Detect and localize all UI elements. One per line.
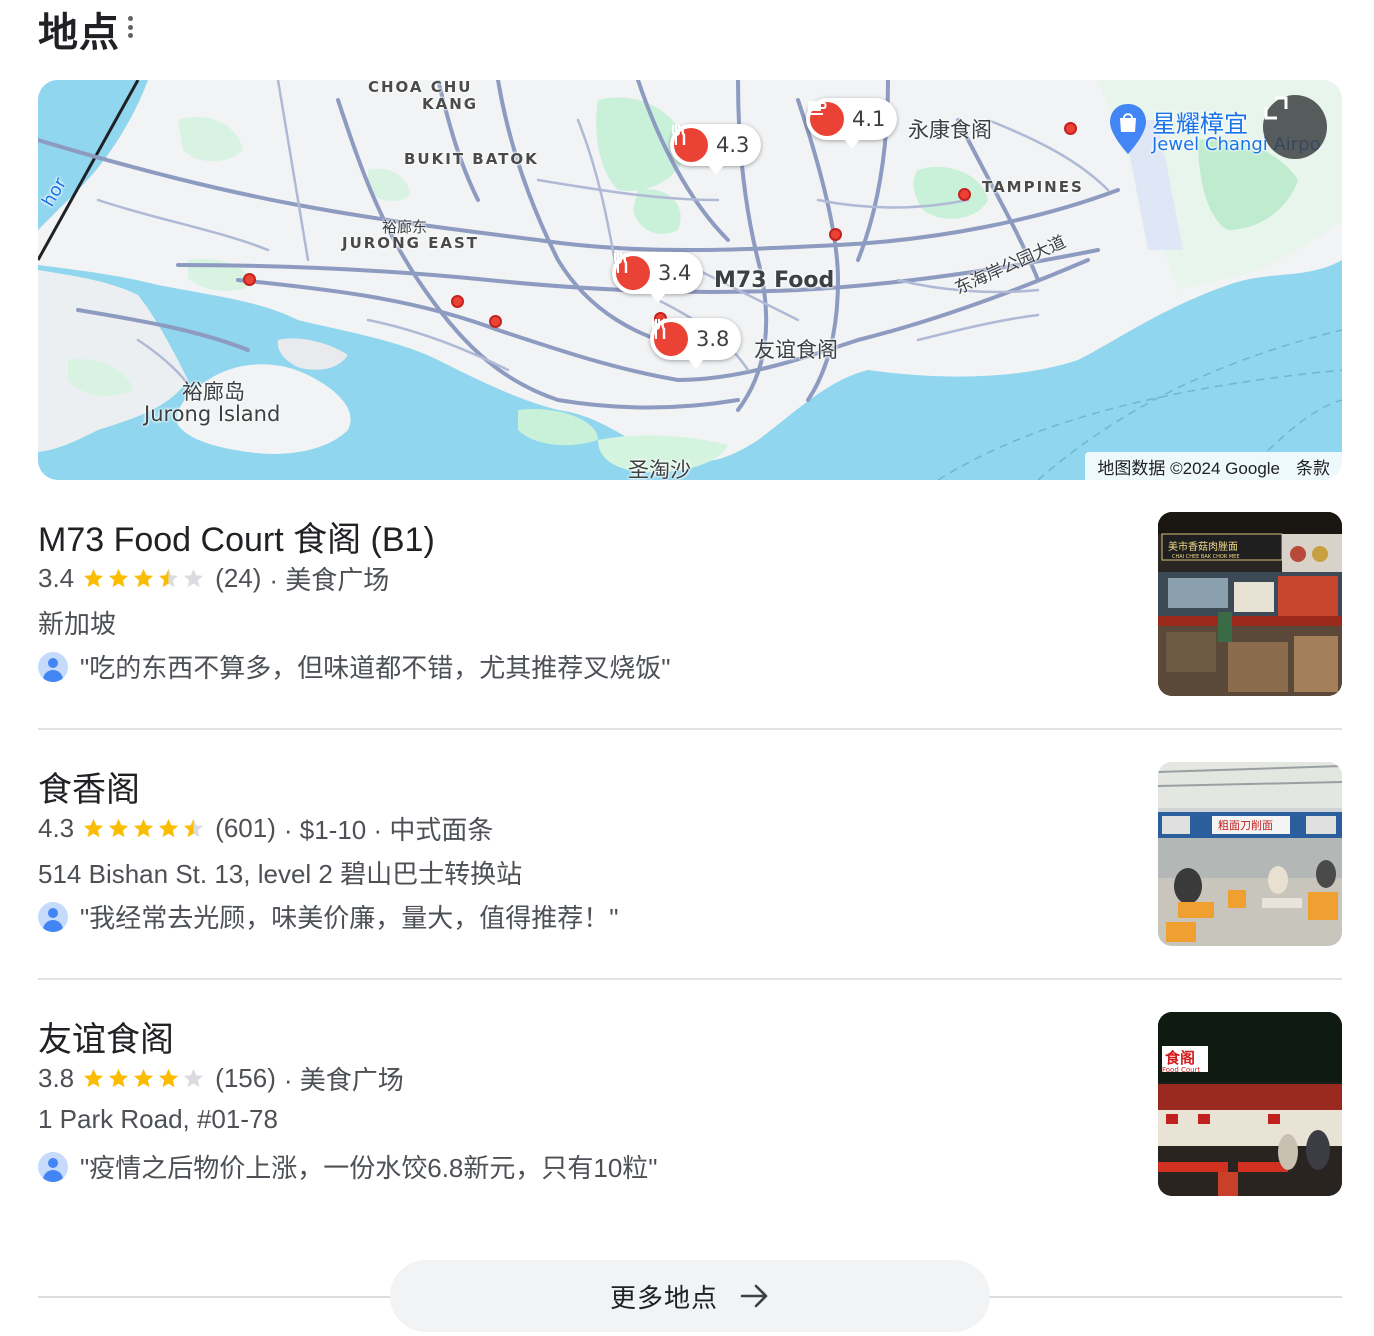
place-name[interactable]: 友谊食阁 [38, 1012, 174, 1061]
more-vert-icon[interactable] [122, 12, 138, 42]
review-text: "我经常去光顾，味美价廉，量大，值得推荐！" [80, 903, 619, 933]
rating-value: 3.4 [38, 563, 75, 593]
star-rating [82, 567, 207, 590]
star-rating [82, 817, 207, 840]
map-label-kang: KANG [422, 95, 479, 113]
map-pin-3-8[interactable]: 3.8 [650, 318, 742, 369]
star-icon [109, 568, 129, 588]
rating-line: 3.8 (156) · 美食广场 [38, 1060, 404, 1097]
map-label-m73: M73 Food [714, 268, 835, 293]
place-address: 514 Bishan St. 13, level 2 碧山巴士转换站 [38, 859, 523, 889]
sign-text-en: Food Court [1162, 1066, 1200, 1074]
star-icon [184, 1068, 204, 1088]
place-photo[interactable]: 粗面刀削面 [1158, 762, 1342, 946]
rating-value: 3.8 [38, 1063, 75, 1093]
star-icon [134, 818, 154, 838]
arrow-right-icon [740, 1284, 768, 1308]
place-photo[interactable]: 美市香菇肉脞面 CHAI CHEE BAK CHOR MEE [1158, 512, 1342, 696]
review-snippet: "疫情之后物价上涨，一份水饺6.8新元，只有10粒" [38, 1148, 658, 1185]
sign-text: 粗面刀削面 [1218, 818, 1273, 832]
map-marker-dot[interactable] [243, 273, 256, 286]
map-label-tampines: TAMPINES [982, 178, 1084, 196]
map-pin-3-4[interactable]: 3.4 [612, 252, 704, 303]
rating-value: 4.3 [38, 813, 75, 843]
restaurant-icon [652, 318, 688, 356]
review-text: "疫情之后物价上涨，一份水饺6.8新元，只有10粒" [80, 1153, 658, 1183]
place-meta: · 美食广场 [269, 565, 390, 595]
star-icon [159, 1068, 179, 1088]
star-icon [109, 1068, 129, 1088]
map-label-bukit-batok: BUKIT BATOK [404, 150, 539, 168]
rating-line: 4.3 (601) · $1-10 · 中式面条 [38, 810, 493, 847]
avatar-icon [38, 901, 68, 932]
review-snippet: "吃的东西不算多，但味道都不错，尤其推荐叉烧饭" [38, 648, 670, 685]
terms-link[interactable]: 条款 [1296, 454, 1330, 479]
map-pin-4-3[interactable]: 4.3 [670, 124, 762, 175]
review-snippet: "我经常去光顾，味美价廉，量大，值得推荐！" [38, 898, 618, 935]
star-icon [134, 568, 154, 588]
map[interactable]: CHOA CHU KANG BUKIT BATOK 裕廊东 JURONG EAS… [38, 80, 1342, 480]
star-rating [82, 1067, 207, 1090]
map-attribution: 地图数据 ©2024 Google 条款 [1085, 452, 1342, 480]
star-icon [184, 818, 204, 838]
star-icon [159, 568, 179, 588]
place-meta: · $1-10 · 中式面条 [283, 815, 494, 845]
place-address: 1 Park Road, #01-78 [38, 1104, 278, 1134]
map-marker-dot[interactable] [451, 295, 464, 308]
place-address: 新加坡 [38, 609, 117, 639]
star-icon [84, 818, 104, 838]
place-meta: · 美食广场 [283, 1065, 404, 1095]
section-title: 地点 [38, 11, 120, 55]
map-label-sentosa: 圣淘沙 [628, 458, 691, 480]
restaurant-icon [672, 124, 708, 162]
map-marker-dot[interactable] [958, 188, 971, 201]
map-marker-dot[interactable] [1064, 122, 1077, 135]
divider [38, 978, 1342, 980]
cafe-icon [808, 101, 844, 136]
review-count: (24) [215, 563, 262, 593]
avatar-icon [38, 651, 68, 682]
sign-text-en: CHAI CHEE BAK CHOR MEE [1172, 554, 1240, 560]
place-name[interactable]: 食香阁 [38, 762, 140, 811]
map-marker-dot[interactable] [829, 228, 842, 241]
map-marker-dot[interactable] [489, 315, 502, 328]
review-count: (156) [215, 1063, 276, 1093]
fullscreen-button[interactable] [1263, 95, 1327, 159]
star-icon [159, 818, 179, 838]
map-label-jurong-island: Jurong Island [144, 402, 281, 426]
map-pin-4-1[interactable]: 4.1 [806, 98, 898, 149]
map-label-youyi: 友谊食阁 [754, 338, 838, 362]
map-label-yongkang: 永康食阁 [908, 118, 992, 142]
star-icon [84, 1068, 104, 1088]
map-label-choa-chu-kang: CHOA CHU [368, 80, 473, 96]
sign-text: 美市香菇肉脞面 [1168, 540, 1238, 553]
map-label-jurong-east: JURONG EAST [342, 234, 480, 252]
star-icon [109, 818, 129, 838]
section-header: 地点 [38, 4, 120, 55]
avatar-icon [38, 1151, 68, 1182]
star-icon [134, 1068, 154, 1088]
more-places-label: 更多地点 [609, 1282, 718, 1313]
place-name[interactable]: M73 Food Court 食阁 (B1) [38, 512, 435, 561]
attribution-text: 地图数据 ©2024 Google [1097, 458, 1280, 478]
shopping-pin-icon[interactable] [1108, 102, 1148, 156]
review-text: "吃的东西不算多，但味道都不错，尤其推荐叉烧饭" [80, 653, 671, 683]
restaurant-icon [614, 252, 650, 290]
divider [38, 728, 1342, 730]
expand-icon [1264, 96, 1288, 120]
star-icon [184, 568, 204, 588]
place-photo[interactable]: 食阁 Food Court [1158, 1012, 1342, 1196]
more-places-button[interactable]: 更多地点 [390, 1260, 990, 1332]
rating-line: 3.4 (24) · 美食广场 [38, 560, 389, 597]
place-result[interactable]: M73 Food Court 食阁 (B1) 3.4 (24) · 美食广场 新… [38, 512, 1342, 698]
sign-text: 食阁 [1165, 1049, 1195, 1067]
place-result[interactable]: 友谊食阁 3.8 (156) · 美食广场 1 Park Road, #01-7… [38, 1012, 1342, 1198]
place-result[interactable]: 食香阁 4.3 (601) · $1-10 · 中式面条 514 Bishan … [38, 762, 1342, 948]
star-icon [84, 568, 104, 588]
review-count: (601) [215, 813, 276, 843]
